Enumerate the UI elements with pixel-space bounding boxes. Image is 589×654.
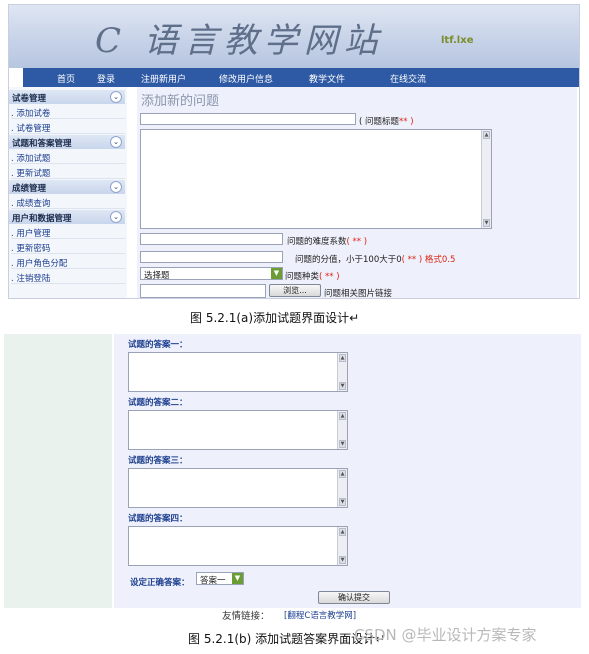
scrollbar[interactable]: ▲ ▼ (337, 353, 347, 391)
watermark: CSDN @毕业设计方案专家 (354, 626, 537, 644)
site-banner: C 语言教学网站 ltf.lxe (9, 5, 579, 68)
correct-answer-value: 答案一 (200, 576, 226, 586)
sidebar-group-exam[interactable]: 试卷管理 ⌄ (9, 90, 125, 104)
scroll-down-icon[interactable]: ▼ (339, 440, 346, 448)
answers-form: 试题的答案一： ▲ ▼ 试题的答案二： ▲ ▼ 试题的答案三： ▲ ▼ 试题的答案四：… (114, 334, 581, 608)
type-label-text: 问题种类 (285, 272, 320, 282)
answer-4-textarea[interactable]: ▲ ▼ (128, 526, 348, 566)
scrollbar[interactable]: ▲ ▼ (337, 469, 347, 507)
score-label: 问题的分值，小于100大于0( ** ) 格式0.5 (295, 253, 455, 265)
sidebar-item-score-query[interactable]: . 成绩查询 (11, 195, 125, 209)
answer-2-textarea[interactable]: ▲ ▼ (128, 410, 348, 450)
nav-register[interactable]: 注册新用户 (141, 72, 186, 85)
nav-teaching-files[interactable]: 教学文件 (309, 72, 345, 85)
scroll-up-icon[interactable]: ▲ (339, 354, 346, 362)
answer-1-textarea[interactable]: ▲ ▼ (128, 352, 348, 392)
scroll-down-icon[interactable]: ▼ (339, 382, 346, 390)
sidebar-group-label: 用户和数据管理 (12, 214, 72, 224)
sidebar-group-scores[interactable]: 成绩管理 ⌄ (9, 180, 125, 194)
title-label-text: ( 问题标题 (359, 117, 400, 127)
question-content-textarea[interactable]: ▲ ▼ (140, 129, 492, 229)
sidebar-group-questions[interactable]: 试题和答案管理 ⌄ (9, 135, 125, 149)
scroll-up-icon[interactable]: ▲ (339, 470, 346, 478)
scrollbar[interactable]: ▲ ▼ (337, 527, 347, 565)
sidebar-item-update-question[interactable]: . 更新试题 (11, 165, 125, 179)
sidebar-item-add-question[interactable]: . 添加试题 (11, 150, 125, 164)
answer-3-textarea[interactable]: ▲ ▼ (128, 468, 348, 508)
collapse-icon[interactable]: ⌄ (110, 136, 122, 148)
top-nav: 首页 登录 注册新用户 修改用户信息 教学文件 在线交流 (23, 68, 579, 87)
friend-link[interactable]: [翻程C语言教学网] (284, 609, 356, 621)
scroll-down-icon[interactable]: ▼ (339, 498, 346, 506)
collapse-icon[interactable]: ⌄ (110, 91, 122, 103)
question-title-input[interactable] (140, 113, 356, 125)
sidebar-item-exam-manage[interactable]: . 试卷管理 (11, 120, 125, 134)
score-label-text: 问题的分值，小于100大于0 (295, 255, 402, 265)
sidebar-item-logout[interactable]: . 注销登陆 (11, 270, 125, 284)
sidebar-group-label: 成绩管理 (12, 184, 47, 194)
scroll-down-icon[interactable]: ▼ (483, 219, 490, 227)
required-mark: ( ** ) (401, 255, 423, 265)
required-mark: ** ) (399, 117, 414, 127)
image-link-label: 问题相关图片链接 (324, 289, 393, 299)
required-mark: ( ** ) (346, 237, 368, 247)
sidebar: 试卷管理 ⌄ . 添加试卷 . 试卷管理 试题和答案管理 ⌄ . 添加试题 . 更新… (9, 87, 127, 298)
chevron-down-icon[interactable]: ▼ (232, 573, 243, 584)
scroll-down-icon[interactable]: ▼ (339, 556, 346, 564)
correct-answer-label: 设定正确答案： (130, 578, 190, 588)
correct-answer-select[interactable]: 答案一 ▼ (196, 572, 244, 586)
sidebar-item-user-manage[interactable]: . 用户管理 (11, 225, 125, 239)
type-label: 问题种类( ** ) (285, 270, 340, 282)
page-title: 添加新的问题 (141, 94, 220, 109)
nav-home[interactable]: 首页 (57, 72, 75, 85)
nav-edit-profile[interactable]: 修改用户信息 (219, 72, 273, 85)
scrollbar[interactable]: ▲ ▼ (481, 130, 491, 228)
required-mark: ( ** ) (319, 272, 340, 282)
sidebar-group-label: 试卷管理 (12, 94, 47, 104)
score-input[interactable] (140, 251, 283, 263)
question-type-select[interactable]: 选择题 ▼ (140, 267, 283, 281)
sidebar-group-label: 试题和答案管理 (12, 139, 72, 149)
difficulty-input[interactable] (140, 233, 283, 245)
nav-online-chat[interactable]: 在线交流 (390, 72, 426, 85)
left-panel (4, 334, 112, 608)
score-format-hint: 格式0.5 (424, 255, 456, 265)
image-path-input[interactable] (140, 284, 266, 298)
add-question-form: 添加新的问题 ( 问题标题** ) ▲ ▼ 问题的难度系数( ** ) 问题的分值… (137, 87, 577, 299)
caption-a: 图 5.2.1(a)添加试题界面设计↵ (190, 311, 360, 325)
scroll-up-icon[interactable]: ▲ (339, 412, 346, 420)
banner-badge: ltf.lxe (441, 35, 474, 46)
answer-1-label: 试题的答案一： (128, 340, 188, 350)
site-title: C 语言教学网站 (95, 21, 384, 61)
answer-4-label: 试题的答案四： (128, 514, 188, 524)
nav-login[interactable]: 登录 (97, 72, 115, 85)
difficulty-label: 问题的难度系数( ** ) (287, 235, 367, 247)
friend-links-label: 友情链接： (222, 611, 270, 622)
sidebar-item-add-exam[interactable]: . 添加试卷 (11, 105, 125, 119)
collapse-icon[interactable]: ⌄ (110, 181, 122, 193)
footer: 友情链接： [翻程C语言教学网] (4, 608, 581, 622)
scroll-up-icon[interactable]: ▲ (483, 131, 490, 139)
sidebar-group-users[interactable]: 用户和数据管理 ⌄ (9, 210, 125, 224)
collapse-icon[interactable]: ⌄ (110, 211, 122, 223)
submit-button[interactable]: 确认提交 (318, 591, 390, 604)
answer-2-label: 试题的答案二： (128, 398, 188, 408)
question-type-value: 选择题 (144, 271, 170, 281)
chevron-down-icon[interactable]: ▼ (271, 268, 282, 279)
browse-button[interactable]: 浏览... (269, 284, 321, 297)
scroll-up-icon[interactable]: ▲ (339, 528, 346, 536)
title-label: ( 问题标题** ) (359, 115, 414, 127)
scrollbar[interactable]: ▲ ▼ (337, 411, 347, 449)
sidebar-item-role-assign[interactable]: . 用户角色分配 (11, 255, 125, 269)
screenshot-add-answers: 试题的答案一： ▲ ▼ 试题的答案二： ▲ ▼ 试题的答案三： ▲ ▼ 试题的答案四：… (4, 334, 581, 622)
sidebar-item-update-password[interactable]: . 更新密码 (11, 240, 125, 254)
answer-3-label: 试题的答案三： (128, 456, 188, 466)
difficulty-label-text: 问题的难度系数 (287, 237, 347, 247)
screenshot-add-question: C 语言教学网站 ltf.lxe 首页 登录 注册新用户 修改用户信息 教学文件… (8, 4, 580, 299)
